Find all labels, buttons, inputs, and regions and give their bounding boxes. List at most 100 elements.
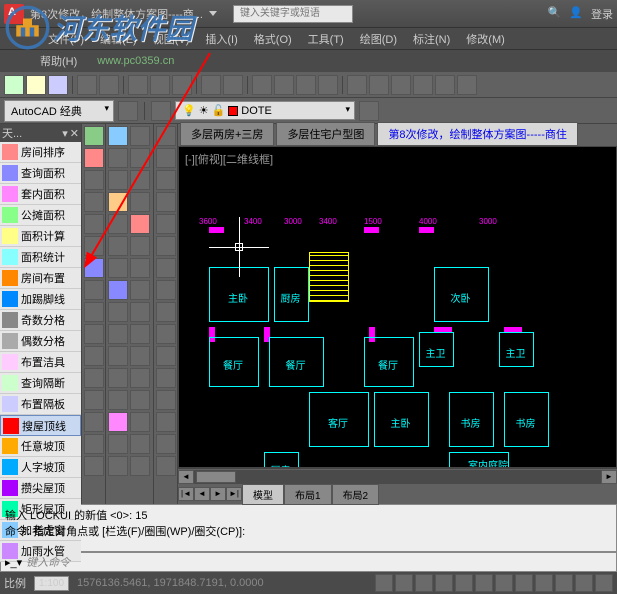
menu-draw[interactable]: 绘图(D) xyxy=(352,28,405,49)
login-link[interactable]: 登录 xyxy=(591,6,613,22)
otrack-btn[interactable] xyxy=(475,574,493,592)
palette-item-6[interactable]: 房间布置 xyxy=(0,268,81,289)
point-btn[interactable] xyxy=(156,324,176,344)
viewport-label[interactable]: [-][俯视][二维线框] xyxy=(185,151,273,167)
blkref-btn[interactable] xyxy=(156,390,176,410)
model-btn[interactable] xyxy=(555,574,573,592)
spline-btn[interactable] xyxy=(156,368,176,388)
vtool-11[interactable] xyxy=(84,346,104,366)
v2tool-c1[interactable] xyxy=(108,170,128,190)
design-center-btn[interactable] xyxy=(369,75,389,95)
palette-item-12[interactable]: 布置隔板 xyxy=(0,394,81,415)
osnap-btn[interactable] xyxy=(455,574,473,592)
arc-btn[interactable] xyxy=(156,192,176,212)
v2tool-o1[interactable] xyxy=(108,434,128,454)
v2tool-h2[interactable] xyxy=(130,280,150,300)
menu-insert[interactable]: 插入(I) xyxy=(197,28,245,49)
palette-close-icon[interactable]: ✕ xyxy=(70,127,79,140)
copy-btn[interactable] xyxy=(150,75,170,95)
vtool-14[interactable] xyxy=(84,412,104,432)
ortho-btn[interactable] xyxy=(415,574,433,592)
palette-item-13[interactable]: 搜屋顶线 xyxy=(0,415,81,436)
vtool-7[interactable] xyxy=(84,258,104,278)
grid-btn[interactable] xyxy=(395,574,413,592)
menu-dimension[interactable]: 标注(N) xyxy=(405,28,458,49)
hatch-btn[interactable] xyxy=(156,258,176,278)
tab-first-btn[interactable]: |◄ xyxy=(178,487,194,501)
drawing-tab-3[interactable]: 第8次修改，绘制整体方案图-----商住 xyxy=(377,122,577,146)
zoom-window-btn[interactable] xyxy=(296,75,316,95)
palette-item-1[interactable]: 查询面积 xyxy=(0,163,81,184)
workspace-settings-btn[interactable] xyxy=(118,101,138,121)
snap-btn[interactable] xyxy=(375,574,393,592)
xline-btn[interactable] xyxy=(156,456,176,476)
v2tool-i2[interactable] xyxy=(130,302,150,322)
palette-item-0[interactable]: 房间排序 xyxy=(0,142,81,163)
polar-btn[interactable] xyxy=(435,574,453,592)
zoom-btn[interactable] xyxy=(274,75,294,95)
user-icon[interactable]: 👤 xyxy=(569,6,583,22)
undo-btn[interactable] xyxy=(201,75,221,95)
palette-item-3[interactable]: 公摊面积 xyxy=(0,205,81,226)
v2tool-f1[interactable] xyxy=(108,236,128,256)
vtool-9[interactable] xyxy=(84,302,104,322)
search-input[interactable] xyxy=(233,5,353,23)
menu-edit[interactable]: 编辑(E) xyxy=(92,28,145,49)
open-btn[interactable] xyxy=(26,75,46,95)
scroll-right-btn[interactable]: ► xyxy=(601,470,617,484)
vtool-4[interactable] xyxy=(84,192,104,212)
v2tool-p2[interactable] xyxy=(130,456,150,476)
v2tool-n1[interactable] xyxy=(108,412,128,432)
new-btn[interactable] xyxy=(4,75,24,95)
vtool-13[interactable] xyxy=(84,390,104,410)
tab-next-btn[interactable]: ► xyxy=(210,487,226,501)
layer-combo[interactable]: 💡☀🔓DOTE xyxy=(175,101,355,120)
app-icon[interactable] xyxy=(4,4,24,24)
circle-btn[interactable] xyxy=(156,170,176,190)
lwt-btn[interactable] xyxy=(535,574,553,592)
v2tool-f2[interactable] xyxy=(130,236,150,256)
v2tool-p1[interactable] xyxy=(108,456,128,476)
v2tool-m2[interactable] xyxy=(130,390,150,410)
v2tool-l2[interactable] xyxy=(130,368,150,388)
palette-item-11[interactable]: 查询隔断 xyxy=(0,373,81,394)
redo-btn[interactable] xyxy=(223,75,243,95)
qp-btn[interactable] xyxy=(575,574,593,592)
v2tool-l1[interactable] xyxy=(108,368,128,388)
menu-view[interactable]: 视图(V) xyxy=(145,28,198,49)
calc-btn[interactable] xyxy=(457,75,477,95)
rect-btn[interactable] xyxy=(156,214,176,234)
line-btn[interactable] xyxy=(156,126,176,146)
palette-item-4[interactable]: 面积计算 xyxy=(0,226,81,247)
drawing-tab-1[interactable]: 多层两房+三房 xyxy=(180,122,274,146)
v2tool-c2[interactable] xyxy=(130,170,150,190)
ducs-btn[interactable] xyxy=(495,574,513,592)
search-icon[interactable]: 🔍 xyxy=(548,6,562,22)
v2tool-n2[interactable] xyxy=(130,412,150,432)
v2tool-g1[interactable] xyxy=(108,258,128,278)
workspace-combo[interactable]: AutoCAD 经典 xyxy=(4,100,114,122)
vtool-12[interactable] xyxy=(84,368,104,388)
v2tool-o2[interactable] xyxy=(130,434,150,454)
v2tool-g2[interactable] xyxy=(130,258,150,278)
palette-item-10[interactable]: 布置洁具 xyxy=(0,352,81,373)
menu-format[interactable]: 格式(O) xyxy=(246,28,300,49)
v2tool-j2[interactable] xyxy=(130,324,150,344)
palette-item-9[interactable]: 偶数分格 xyxy=(0,331,81,352)
palette-item-15[interactable]: 人字坡顶 xyxy=(0,457,81,478)
vtool-15[interactable] xyxy=(84,434,104,454)
vtool-5[interactable] xyxy=(84,214,104,234)
sheet-set-btn[interactable] xyxy=(413,75,433,95)
model-tab[interactable]: 模型 xyxy=(242,484,284,505)
properties-btn[interactable] xyxy=(347,75,367,95)
v2tool-m1[interactable] xyxy=(108,390,128,410)
v2tool-e1[interactable] xyxy=(108,214,128,234)
tab-prev-btn[interactable]: ◄ xyxy=(194,487,210,501)
palette-item-8[interactable]: 奇数分格 xyxy=(0,310,81,331)
ellipse-btn[interactable] xyxy=(156,236,176,256)
zoom-prev-btn[interactable] xyxy=(318,75,338,95)
v2tool-d2[interactable] xyxy=(130,192,150,212)
scroll-left-btn[interactable]: ◄ xyxy=(178,470,194,484)
vtool-6[interactable] xyxy=(84,236,104,256)
v2tool-k2[interactable] xyxy=(130,346,150,366)
